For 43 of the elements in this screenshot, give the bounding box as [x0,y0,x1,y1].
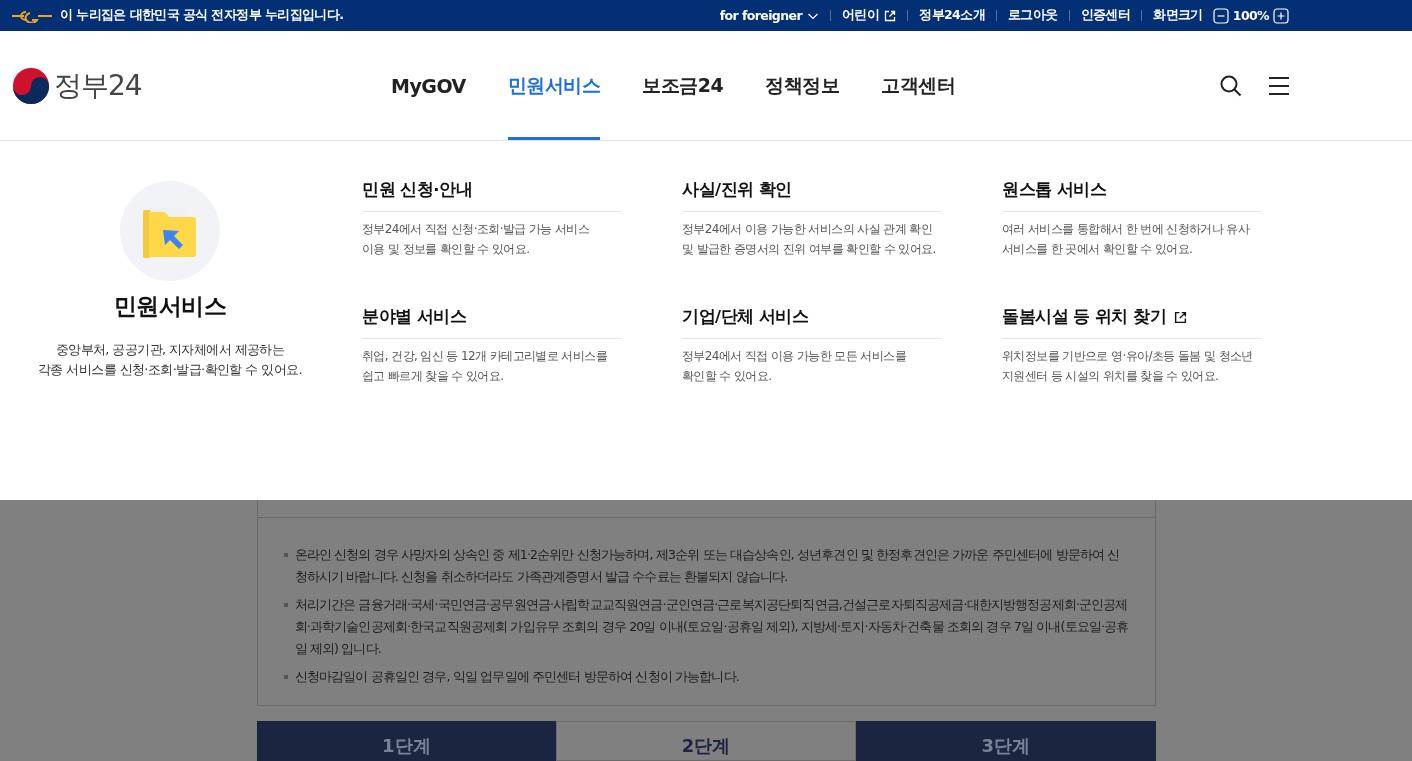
notice-text: 신청마감일이 공휴일인 경우, 익일 업무일에 주민센터 방문하여 신청이 가능합니다. [294,668,739,686]
site-logo-text[interactable]: 정부24 [54,66,142,105]
menu-item-description: 취업, 건강, 임신 등 12개 카테고리별로 서비스를 쉽고 빠르게 찾을 수 있어요. [362,348,608,385]
menu-item-link[interactable]: 분야별 서비스 [362,306,621,339]
menu-section-title: 민원서비스 [113,292,227,321]
external-link-icon [1174,310,1188,324]
notice-text: 온라인 신청의 경우 사망자의 상속인 중 제1·2순위만 신청가능하며, 제3순위 또는 대습상속인, 성년후견인 및 한정후견인은 가까운 주민센터에 방문하여 신청하시기 바랍니다. 신청을 취소하더라도 가족관계증명서 발급 수수료는 환불되지 않습니다. [294,546,1121,586]
top-link[interactable]: for foreigner [719,8,819,23]
zoom-value: 100% [1232,8,1269,23]
menu-item-link[interactable]: 민원 신청·안내 [362,179,621,212]
official-site-notice: 이 누리집은 대한민국 공식 전자정부 누리집입니다. [60,7,344,24]
eg-logo-icon [12,8,54,23]
step-tab[interactable]: 1단계 [256,721,557,761]
notice-text: 처리기간은 금융거래·국세·국민연금·공무원연금·사립학교교직원연금·군인연금·근로복지공단퇴직연금,건설근로자퇴직공제금·대한지방행정공제회·군인공제회·과학기술인공제회·한국교직원공제회 가입유무 조회의 경우 20일 이내(토요일·공휴일 제외), 지방세·토지·자동차·건축물 조회의 경우 7일 이내(토요일·공휴일 제외) 입니다. [294,596,1130,658]
menu-item-link[interactable]: 돌봄시설 등 위치 찾기 [1002,306,1261,339]
menu-item-link[interactable]: 원스톱 서비스 [1002,179,1261,212]
menu-item-description: 정부24에서 직접 신청·조회·발급 가능 서비스 이용 및 정보를 확인할 수 있어요. [362,221,591,258]
bullet-icon [283,603,288,607]
menu-item-description: 위치정보를 기반으로 영·유아/초등 돌봄 및 청소년 지원센터 등 시설의 위치를 찾을 수 있어요. [1002,348,1254,385]
top-link[interactable]: 어린이 [841,7,897,24]
emblem-icon[interactable] [12,66,50,105]
top-link[interactable]: 로그아웃 [1007,7,1058,24]
zoom-out-icon[interactable] [1212,7,1229,24]
menu-item-link[interactable]: 기업/단체 서비스 [682,306,941,339]
zoom-label: 화면크기 [1153,7,1203,24]
external-link-icon [884,9,897,22]
nav-tab[interactable]: 보조금24 [642,31,724,140]
menu-item-description: 정부24에서 직접 이용 가능한 모든 서비스를 확인할 수 있어요. [682,348,907,385]
zoom-in-icon[interactable] [1273,7,1289,24]
step-tab[interactable]: 2단계 [556,721,856,761]
menu-item-link[interactable]: 사실/진위 확인 [682,179,941,212]
nav-tab[interactable]: 고객센터 [881,31,956,140]
bullet-icon [283,675,288,679]
nav-tab[interactable]: 정책정보 [765,31,840,140]
step-tab[interactable]: 3단계 [855,721,1156,761]
nav-tab[interactable]: MyGOV [391,31,466,140]
search-icon[interactable] [1219,73,1243,98]
bullet-icon [283,553,288,557]
top-link[interactable]: 인증센터 [1080,7,1131,24]
menu-item-description: 여러 서비스를 통합해서 한 번에 신청하거나 유사 서비스를 한 곳에서 확인할 수 있어요. [1002,221,1251,258]
menu-item-description: 정부24에서 이용 가능한 서비스의 사실 관계 확인 및 발급한 증명서의 진위 여부를 확인할 수 있어요. [682,221,937,258]
top-link[interactable]: 정부24소개 [919,7,985,24]
menu-section-description: 중앙부처, 공공기관, 지자체에서 제공하는 각종 서비스를 신청·조회·발급·확인할 수 있어요. [38,341,302,379]
